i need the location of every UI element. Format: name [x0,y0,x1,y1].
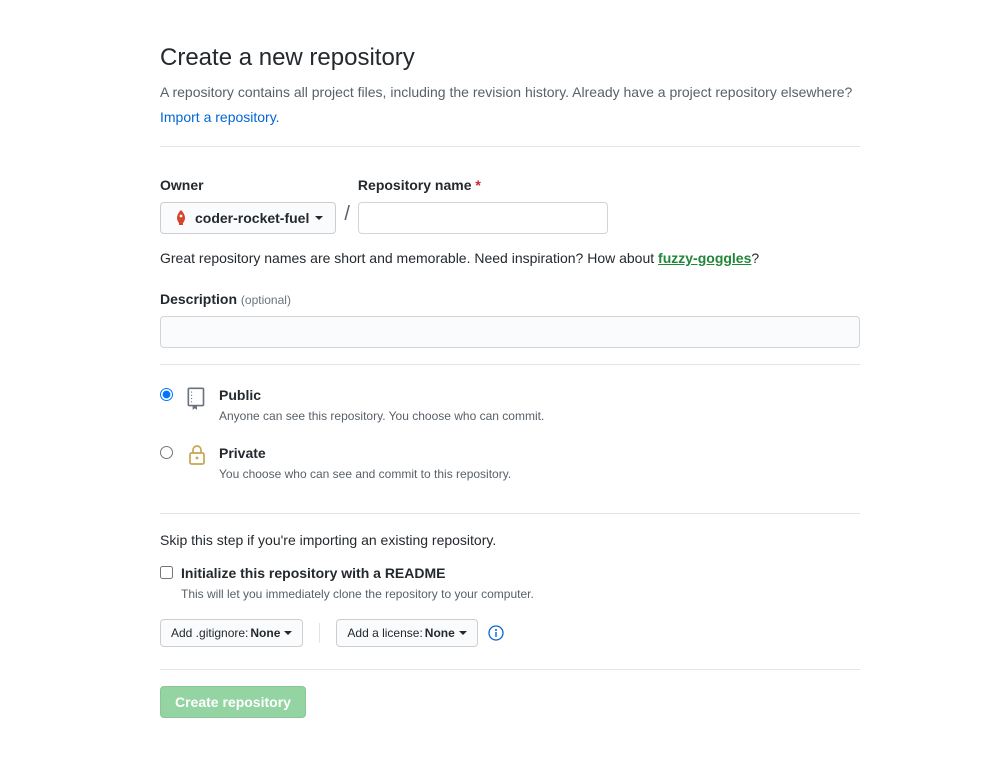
suggestion-link[interactable]: fuzzy-goggles [658,250,751,266]
subtitle-text: A repository contains all project files,… [160,84,852,100]
required-star: * [475,177,480,193]
description-label-row: Description (optional) [160,289,860,310]
divider [160,364,860,365]
create-repo-form: Create a new repository A repository con… [160,0,860,758]
caret-down-icon [284,631,292,635]
repo-name-input[interactable] [358,202,608,234]
rocket-icon [173,210,189,226]
owner-dropdown[interactable]: coder-rocket-fuel [160,202,336,234]
divider [160,513,860,514]
lock-icon [183,443,211,467]
optional-text: (optional) [241,293,291,307]
divider [160,146,860,147]
private-radio[interactable] [160,446,173,459]
import-repo-link[interactable]: Import a repository. [160,109,280,125]
owner-slash: / [336,199,358,229]
info-icon[interactable] [488,625,504,641]
private-text: Private You choose who can see and commi… [219,443,860,483]
repo-name-field: Repository name * [358,175,608,234]
caret-down-icon [459,631,467,635]
description-input[interactable] [160,316,860,348]
gitignore-dropdown[interactable]: Add .gitignore: None [160,619,303,647]
create-repo-button[interactable]: Create repository [160,686,306,718]
license-dropdown[interactable]: Add a license: None [336,619,477,647]
readme-label: Initialize this repository with a README [181,563,534,584]
public-text: Public Anyone can see this repository. Y… [219,385,860,425]
owner-label: Owner [160,175,336,196]
caret-down-icon [315,216,323,220]
name-hint: Great repository names are short and mem… [160,248,860,269]
page-title: Create a new repository [160,40,860,76]
repo-icon [183,385,211,411]
readme-desc: This will let you immediately clone the … [181,585,534,603]
gitignore-value: None [250,626,280,640]
readme-text: Initialize this repository with a README… [181,563,534,603]
dropdown-row: Add .gitignore: None Add a license: None [160,619,860,647]
hint-pre: Great repository names are short and mem… [160,250,658,266]
visibility-public-row: Public Anyone can see this repository. Y… [160,381,860,439]
private-desc: You choose who can see and commit to thi… [219,465,860,483]
divider [160,669,860,670]
skip-text: Skip this step if you're importing an ex… [160,530,860,551]
license-prefix: Add a license: [347,626,422,640]
description-label: Description [160,291,237,307]
visibility-private-row: Private You choose who can see and commi… [160,439,860,497]
owner-selected: coder-rocket-fuel [195,210,309,226]
gitignore-prefix: Add .gitignore: [171,626,248,640]
readme-checkbox[interactable] [160,566,173,579]
public-title: Public [219,385,860,406]
vertical-divider [319,623,320,643]
public-radio[interactable] [160,388,173,401]
owner-name-row: Owner coder-rocket-fuel / Repository nam… [160,175,860,234]
readme-row: Initialize this repository with a README… [160,563,860,603]
license-value: None [425,626,455,640]
owner-field: Owner coder-rocket-fuel [160,175,336,234]
repo-name-label: Repository name * [358,175,608,196]
private-title: Private [219,443,860,464]
hint-post: ? [751,250,759,266]
page-subtitle: A repository contains all project files,… [160,82,860,103]
public-desc: Anyone can see this repository. You choo… [219,407,860,425]
